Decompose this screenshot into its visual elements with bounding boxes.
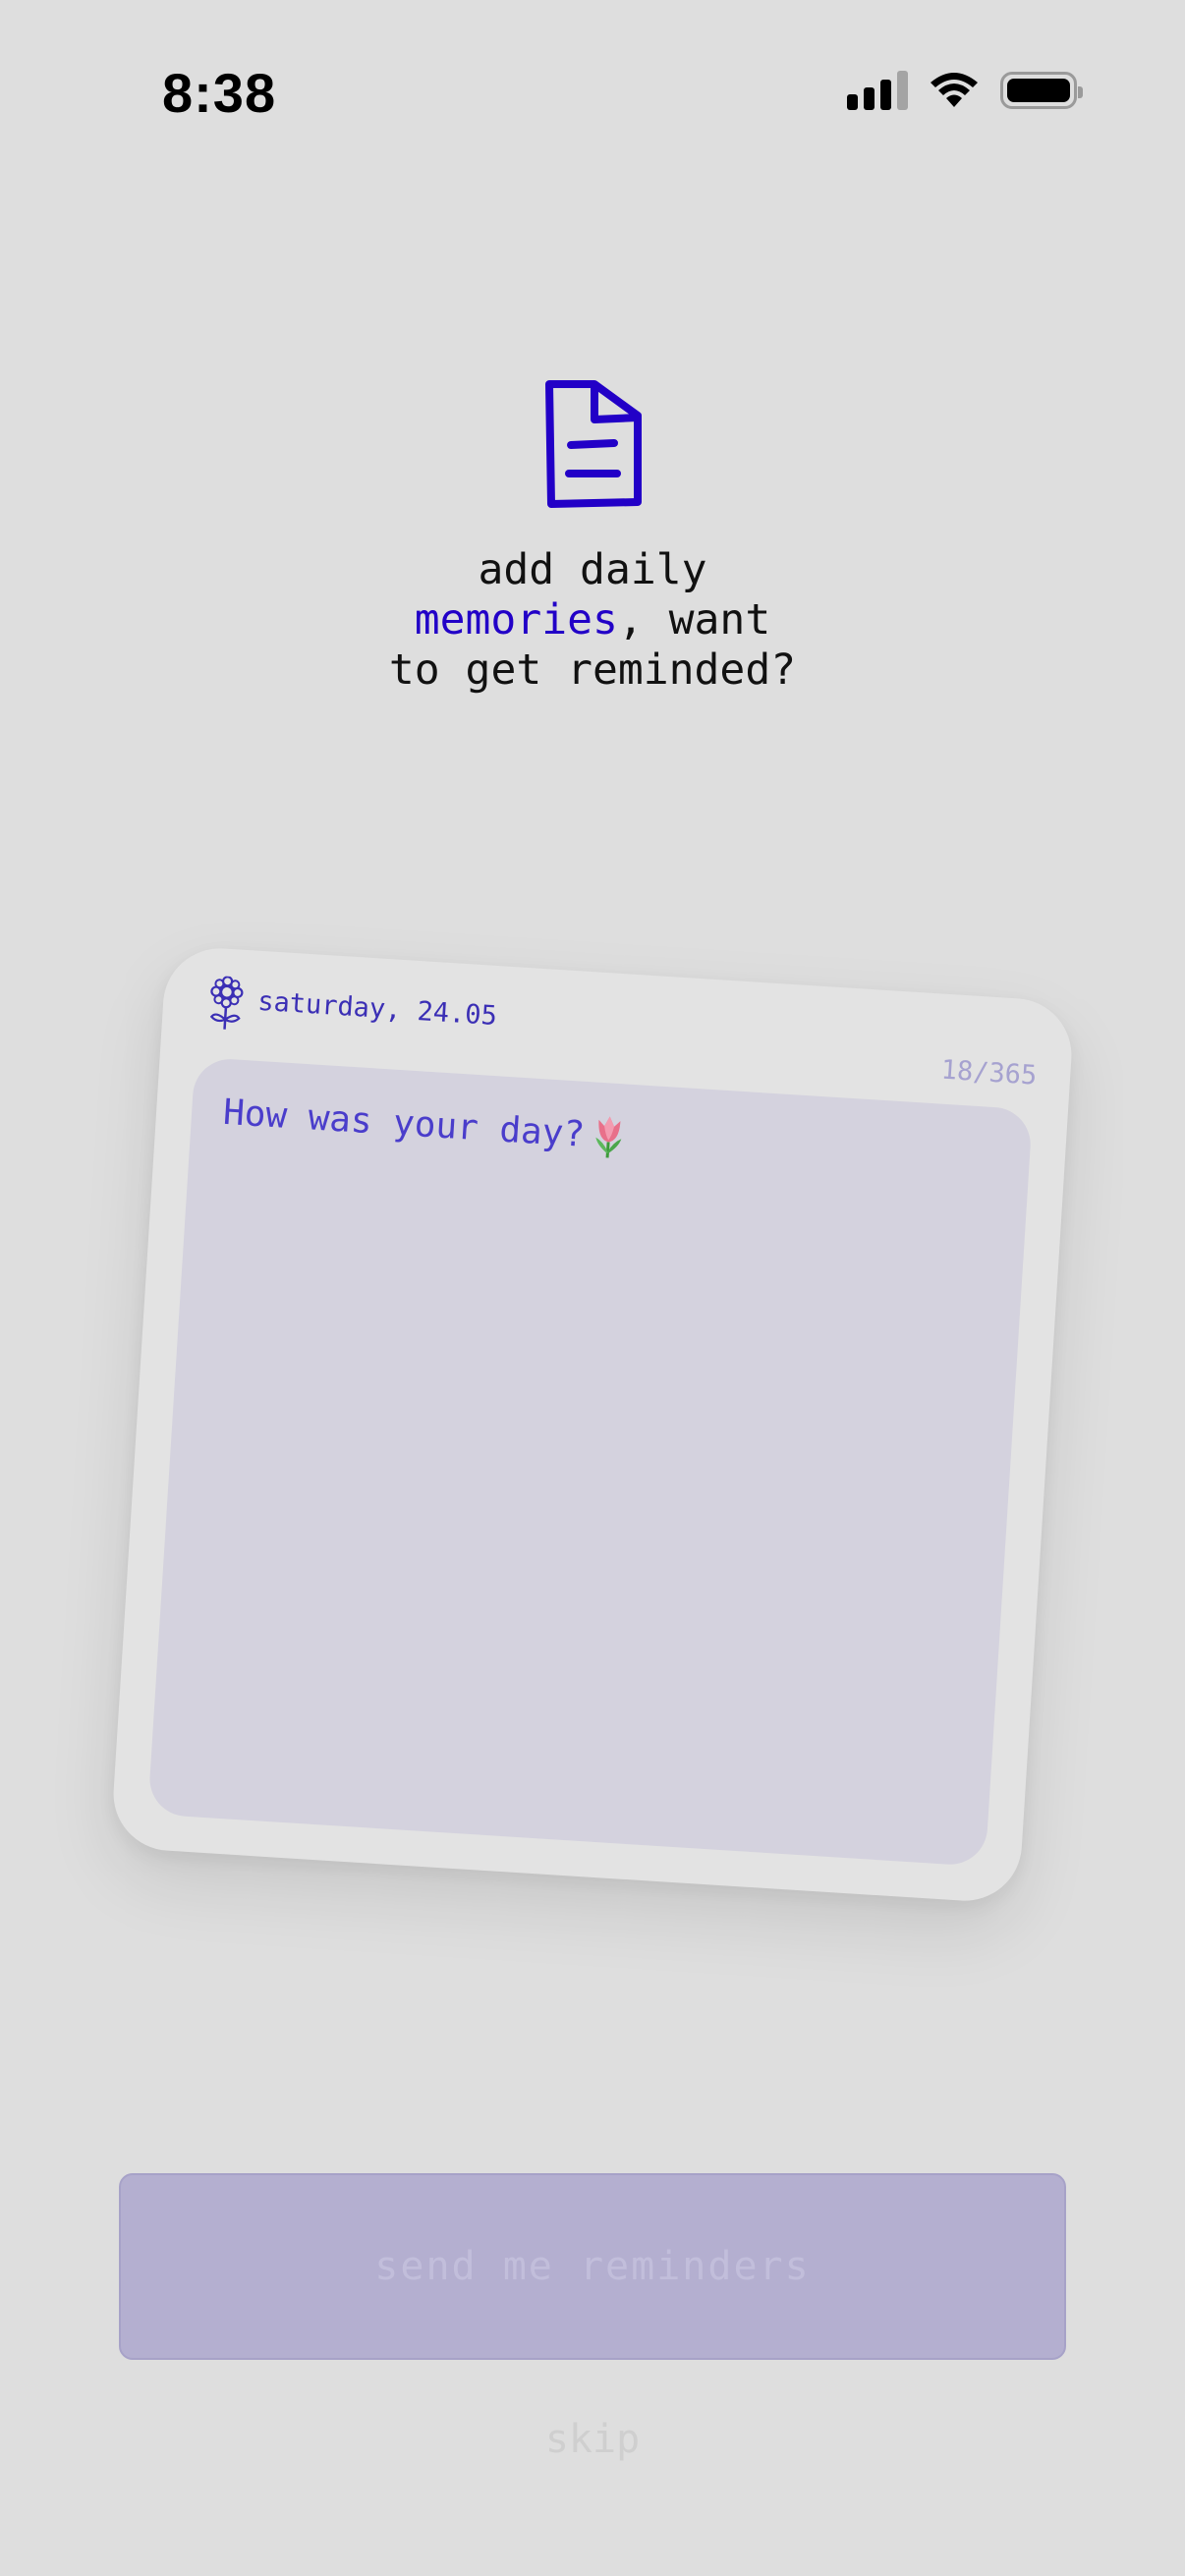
memory-prompt-text: How was your day? [221, 1092, 587, 1155]
onboarding-screen: 8:38 add daily memories, want to get rem… [0, 0, 1185, 2576]
document-icon [545, 380, 642, 508]
skip-button[interactable]: skip [0, 2417, 1185, 2462]
memory-text-area: How was your day? [147, 1056, 1034, 1867]
heading-line-1: add daily [478, 545, 707, 594]
heading-line-3: to get reminded? [388, 645, 797, 695]
onboarding-heading: add daily memories, want to get reminded… [0, 545, 1185, 696]
memory-prompt: How was your day? [222, 1089, 630, 1161]
heading-line-2-rest: , want [617, 595, 771, 644]
status-time: 8:38 [162, 62, 277, 124]
battery-icon [1000, 72, 1083, 109]
heading-accent-word: memories [414, 595, 618, 644]
day-counter: 18/365 [939, 1054, 1039, 1092]
card-date: saturday, 24.05 [256, 985, 498, 1033]
status-icons [847, 71, 1083, 110]
tulip-emoji [595, 1116, 622, 1158]
memory-card-preview: saturday, 24.05 18/365 How was your day? [110, 944, 1075, 1905]
flower-icon [209, 976, 244, 1030]
send-reminders-button[interactable]: send me reminders [119, 2173, 1066, 2360]
heading-line-2: memories, want [0, 595, 1185, 645]
wifi-icon [931, 73, 978, 107]
cellular-signal-icon [847, 71, 908, 110]
